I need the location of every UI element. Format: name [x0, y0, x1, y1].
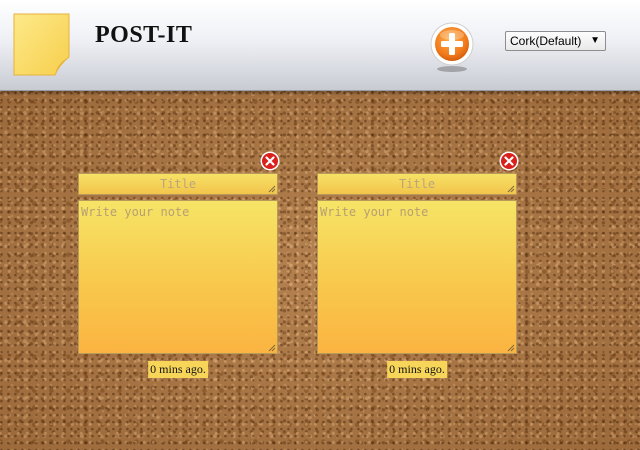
resize-grip-icon[interactable]: [268, 344, 276, 352]
note-title-input[interactable]: Title: [317, 173, 517, 195]
app-header: POST-IT Cork(Default) ▼: [0, 0, 640, 91]
note-body-placeholder: Write your note: [320, 205, 429, 219]
note-timestamp: 0 mins ago.: [148, 361, 208, 378]
sticky-note-logo-icon: [13, 13, 70, 76]
theme-select[interactable]: Cork(Default) ▼: [505, 31, 606, 51]
note-card: Title Write your note 0 mins ago.: [78, 151, 280, 378]
resize-grip-icon[interactable]: [507, 344, 515, 352]
note-body-input[interactable]: Write your note: [317, 200, 517, 354]
cork-board: Title Write your note 0 mins ago. Title …: [0, 91, 640, 450]
note-title-input[interactable]: Title: [78, 173, 278, 195]
app-title: POST-IT: [95, 22, 193, 48]
note-title-placeholder: Title: [159, 177, 197, 191]
chevron-down-icon: ▼: [590, 35, 600, 46]
note-body-placeholder: Write your note: [81, 205, 190, 219]
resize-grip-icon[interactable]: [507, 185, 515, 193]
add-note-button[interactable]: [429, 21, 475, 73]
note-card: Title Write your note 0 mins ago.: [317, 151, 519, 378]
note-body-input[interactable]: Write your note: [78, 200, 278, 354]
resize-grip-icon[interactable]: [268, 185, 276, 193]
note-title-placeholder: Title: [398, 177, 436, 191]
close-note-button[interactable]: [260, 151, 280, 171]
note-timestamp: 0 mins ago.: [387, 361, 447, 378]
close-note-button[interactable]: [499, 151, 519, 171]
theme-select-value: Cork(Default): [510, 34, 582, 48]
